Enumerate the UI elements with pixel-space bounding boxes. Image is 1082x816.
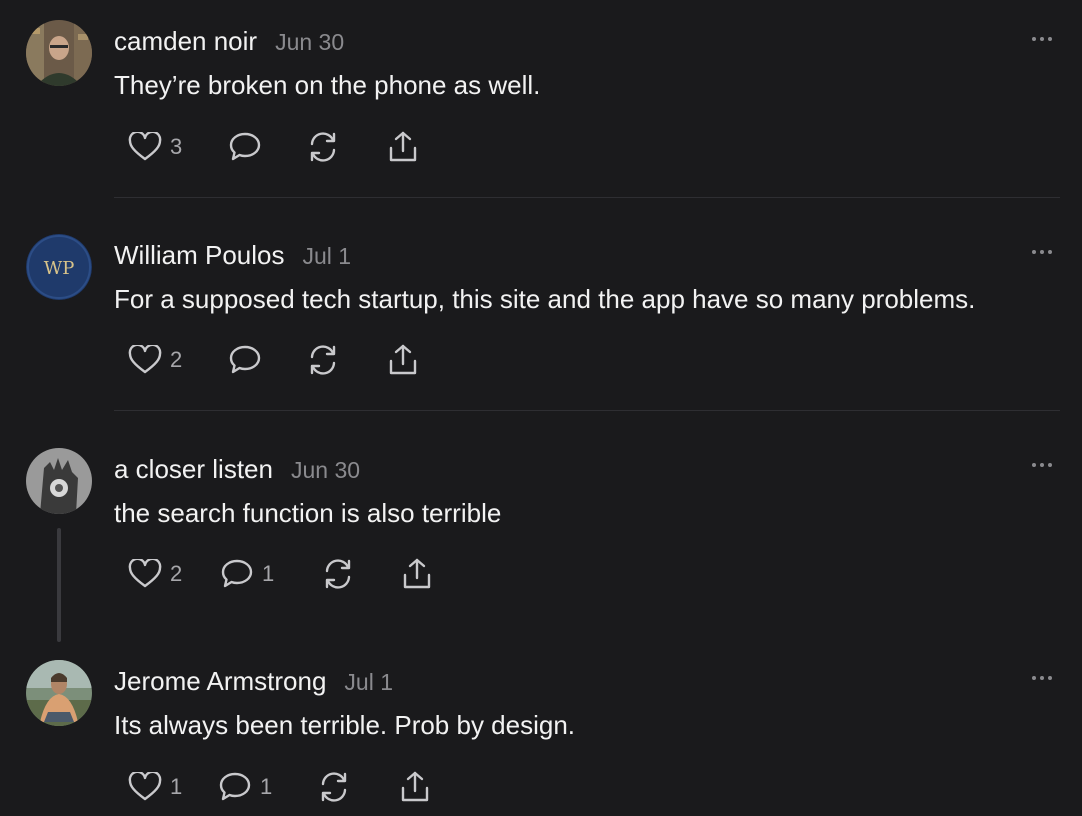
like-button[interactable]: 2 [128, 340, 182, 380]
comment-actions: 3 [0, 127, 600, 167]
reply-button[interactable]: 1 [218, 767, 272, 807]
divider [114, 197, 1060, 198]
reply-button[interactable] [228, 340, 262, 380]
restack-icon [310, 132, 336, 162]
like-button[interactable]: 2 [128, 554, 182, 594]
restack-icon [325, 559, 351, 589]
heart-icon [128, 345, 162, 374]
like-button[interactable]: 3 [128, 127, 182, 167]
comment-date[interactable]: Jul 1 [303, 243, 352, 270]
restack-button[interactable] [305, 127, 341, 167]
restack-icon [321, 772, 347, 802]
comment-header: William Poulos Jul 1 [114, 240, 351, 271]
restack-button[interactable] [320, 554, 356, 594]
comment-date[interactable]: Jun 30 [291, 457, 360, 484]
share-button[interactable] [386, 127, 420, 167]
reply-button[interactable] [228, 127, 262, 167]
comment-header: a closer listen Jun 30 [114, 454, 360, 485]
restack-button[interactable] [305, 340, 341, 380]
avatar[interactable]: WP [26, 234, 92, 300]
avatar-initials: WP [44, 258, 75, 279]
share-button[interactable] [386, 340, 420, 380]
author-name[interactable]: camden noir [114, 26, 257, 57]
share-button[interactable] [398, 767, 432, 807]
like-count: 1 [170, 774, 183, 799]
share-button[interactable] [400, 554, 434, 594]
author-name[interactable]: Jerome Armstrong [114, 666, 326, 697]
restack-button[interactable] [316, 767, 352, 807]
comment-text: the search function is also terrible [114, 498, 502, 528]
reply-count: 1 [260, 774, 273, 799]
share-icon [389, 344, 417, 375]
more-icon[interactable] [1022, 240, 1062, 264]
share-icon [401, 771, 429, 802]
comment-feed: camden noir Jun 30 They’re broken on the… [0, 0, 1082, 816]
more-icon[interactable] [1022, 27, 1062, 51]
comment-icon [221, 559, 253, 588]
comment-actions: 2 [0, 340, 600, 380]
like-count: 2 [170, 561, 183, 586]
restack-icon [310, 345, 336, 375]
divider [114, 410, 1060, 411]
avatar[interactable] [26, 660, 92, 726]
reply-count: 1 [262, 561, 275, 586]
comment-date[interactable]: Jul 1 [344, 669, 393, 696]
comment-icon [229, 345, 261, 374]
author-name[interactable]: a closer listen [114, 454, 273, 485]
like-count: 2 [170, 347, 183, 372]
author-name[interactable]: William Poulos [114, 240, 285, 271]
comment-date[interactable]: Jun 30 [275, 29, 344, 56]
like-button[interactable]: 1 [128, 767, 182, 807]
comment-actions: 1 1 [0, 767, 600, 807]
avatar[interactable] [26, 448, 92, 514]
comment-header: Jerome Armstrong Jul 1 [114, 666, 393, 697]
more-icon[interactable] [1022, 453, 1062, 477]
comment-text: For a supposed tech startup, this site a… [114, 284, 976, 314]
share-icon [403, 558, 431, 589]
like-count: 3 [170, 134, 183, 159]
avatar[interactable] [26, 20, 92, 86]
reply-button[interactable]: 1 [220, 554, 274, 594]
comment-icon [219, 772, 251, 801]
comment-header: camden noir Jun 30 [114, 26, 344, 57]
share-icon [389, 131, 417, 162]
heart-icon [128, 772, 162, 801]
comment-text: Its always been terrible. Prob by design… [114, 710, 576, 740]
comment-icon [229, 132, 261, 161]
comment-text: They’re broken on the phone as well. [114, 70, 541, 100]
heart-icon [128, 132, 162, 161]
comment-actions: 2 1 [0, 554, 600, 594]
heart-icon [128, 559, 162, 588]
more-icon[interactable] [1022, 666, 1062, 690]
